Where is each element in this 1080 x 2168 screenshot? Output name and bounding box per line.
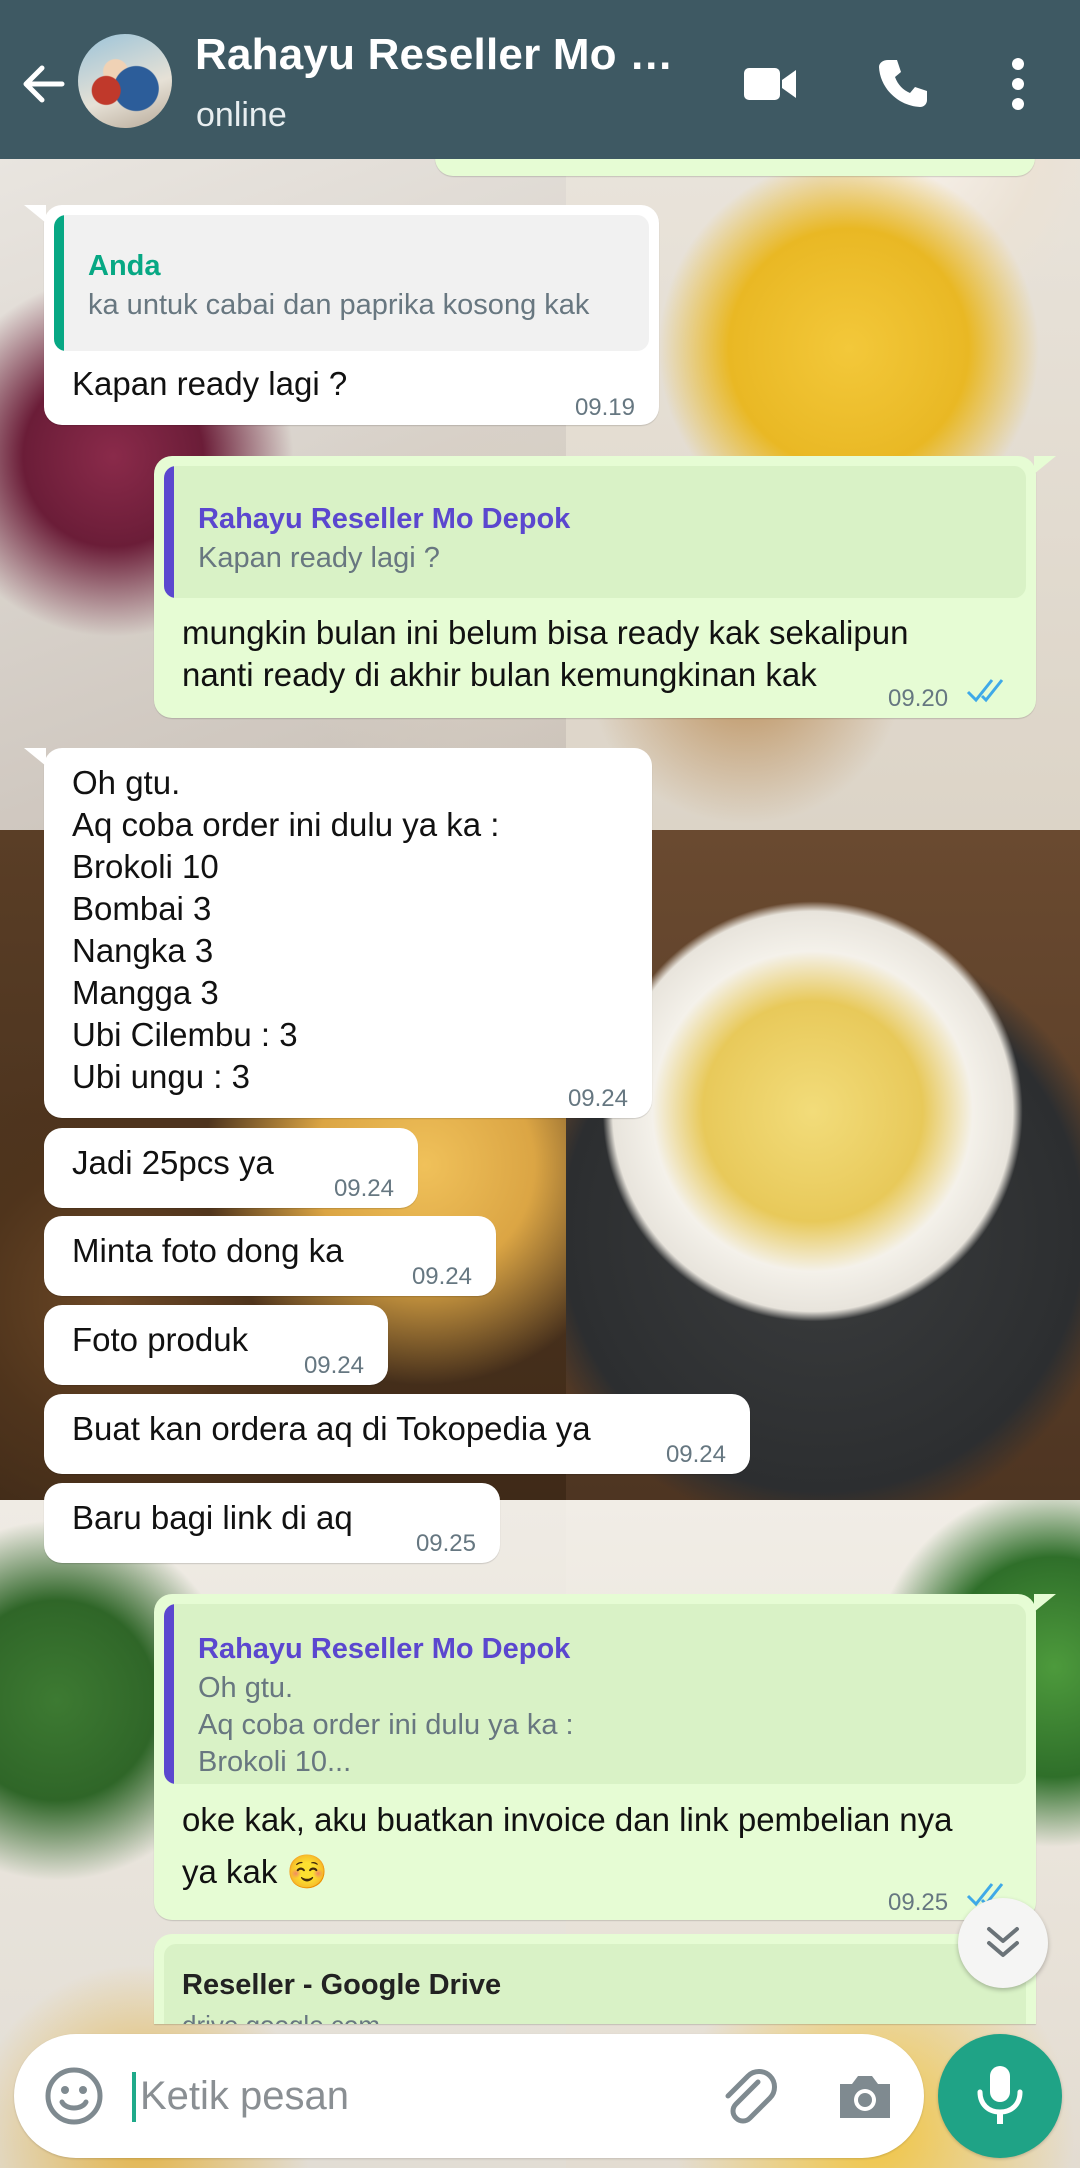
message-text: Minta foto dong ka — [72, 1232, 344, 1269]
message-time: 09.25 — [415, 1530, 476, 1557]
message-text: Foto produk — [72, 1321, 249, 1358]
bubble-tail — [24, 748, 46, 766]
phone-icon[interactable] — [870, 52, 934, 116]
incoming-message-bubble[interactable]: Buat kan ordera aq di Tokopedia ya 09.24 — [44, 1394, 750, 1474]
link-domain: drive.google.com — [182, 2004, 380, 2024]
message-time: 09.24 — [665, 1441, 726, 1468]
message-time: 09.24 — [567, 1085, 628, 1112]
message-time: 09.24 — [303, 1352, 364, 1379]
link-title: Reseller - Google Drive — [182, 1969, 502, 2001]
double-chevron-down-icon — [987, 1927, 1019, 1957]
more-vertical-icon[interactable] — [988, 52, 1048, 116]
message-text: oke kak, aku buatkan invoice dan link pe… — [182, 1801, 953, 1890]
outgoing-message-bubble[interactable]: Rahayu Reseller Mo Depok Oh gtu. Aq coba… — [154, 1594, 1056, 1920]
outgoing-link-message[interactable]: Reseller - Google Drive drive.google.com — [154, 1934, 1036, 2024]
camera-icon[interactable] — [834, 2066, 896, 2128]
quote-bar — [164, 466, 174, 598]
arrow-left-icon[interactable] — [16, 56, 72, 112]
message-text: Buat kan ordera aq di Tokopedia ya — [72, 1410, 591, 1447]
message-time: 09.25 — [888, 1889, 949, 1916]
bubble-tail — [1034, 1594, 1056, 1612]
emoji-icon[interactable] — [42, 2064, 106, 2128]
contact-avatar[interactable] — [78, 34, 172, 128]
bubble-tail — [24, 205, 46, 223]
incoming-message-bubble[interactable]: Baru bagi link di aq 09.25 — [44, 1483, 500, 1563]
outgoing-message-bubble[interactable]: Rahayu Reseller Mo Depok Kapan ready lag… — [154, 456, 1056, 718]
contact-status: online — [196, 96, 287, 134]
incoming-message-bubble[interactable]: Minta foto dong ka 09.24 — [44, 1216, 496, 1296]
message-input[interactable] — [140, 2064, 700, 2128]
message-text: Baru bagi link di aq — [72, 1499, 353, 1536]
microphone-icon — [977, 2066, 1023, 2124]
quote-bar — [54, 215, 64, 351]
link-preview[interactable]: Reseller - Google Drive drive.google.com — [164, 1944, 1026, 2024]
incoming-message-bubble[interactable]: Oh gtu. Aq coba order ini dulu ya ka : B… — [24, 748, 652, 1118]
message-text: Oh gtu. Aq coba order ini dulu ya ka : B… — [72, 764, 500, 1095]
quoted-message[interactable]: Rahayu Reseller Mo Depok Oh gtu. Aq coba… — [164, 1604, 1026, 1784]
quote-sender: Rahayu Reseller Mo Depok — [198, 1633, 571, 1665]
message-composer — [14, 2034, 924, 2158]
scroll-to-bottom-button[interactable] — [958, 1898, 1048, 1988]
quoted-message[interactable]: Anda ka untuk cabai dan paprika kosong k… — [54, 215, 649, 351]
message-time: 09.24 — [333, 1175, 394, 1202]
incoming-message-bubble[interactable]: Jadi 25pcs ya 09.24 — [44, 1128, 418, 1208]
quote-text: ka untuk cabai dan paprika kosong kak — [88, 289, 590, 321]
message-text: mungkin bulan ini belum bisa ready kak s… — [182, 614, 909, 693]
chat-header: Rahayu Reseller Mo Depok online — [0, 0, 1080, 159]
message-text: Kapan ready lagi ? — [72, 365, 348, 402]
voice-message-button[interactable] — [938, 2034, 1062, 2158]
incoming-message-bubble[interactable]: Foto produk 09.24 — [44, 1305, 388, 1385]
quote-text: Oh gtu. Aq coba order ini dulu ya ka : B… — [198, 1672, 574, 1778]
quote-sender: Rahayu Reseller Mo Depok — [198, 503, 571, 535]
message-time: 09.24 — [411, 1263, 472, 1290]
message-text: Jadi 25pcs ya — [72, 1144, 274, 1181]
message-time: 09.19 — [574, 394, 635, 421]
quote-text: Kapan ready lagi ? — [198, 542, 440, 574]
video-camera-icon[interactable] — [738, 52, 802, 116]
text-caret — [132, 2072, 136, 2122]
quoted-message[interactable]: Rahayu Reseller Mo Depok Kapan ready lag… — [164, 466, 1026, 598]
paperclip-icon[interactable] — [714, 2064, 780, 2130]
contact-name[interactable]: Rahayu Reseller Mo Depok — [195, 30, 685, 80]
read-ticks-icon — [966, 679, 1004, 703]
message-time: 09.20 — [888, 685, 949, 712]
bubble-tail — [1034, 456, 1056, 474]
quote-sender: Anda — [88, 250, 161, 282]
incoming-message-bubble[interactable]: Anda ka untuk cabai dan paprika kosong k… — [24, 205, 659, 425]
quote-bar — [164, 1604, 174, 1784]
